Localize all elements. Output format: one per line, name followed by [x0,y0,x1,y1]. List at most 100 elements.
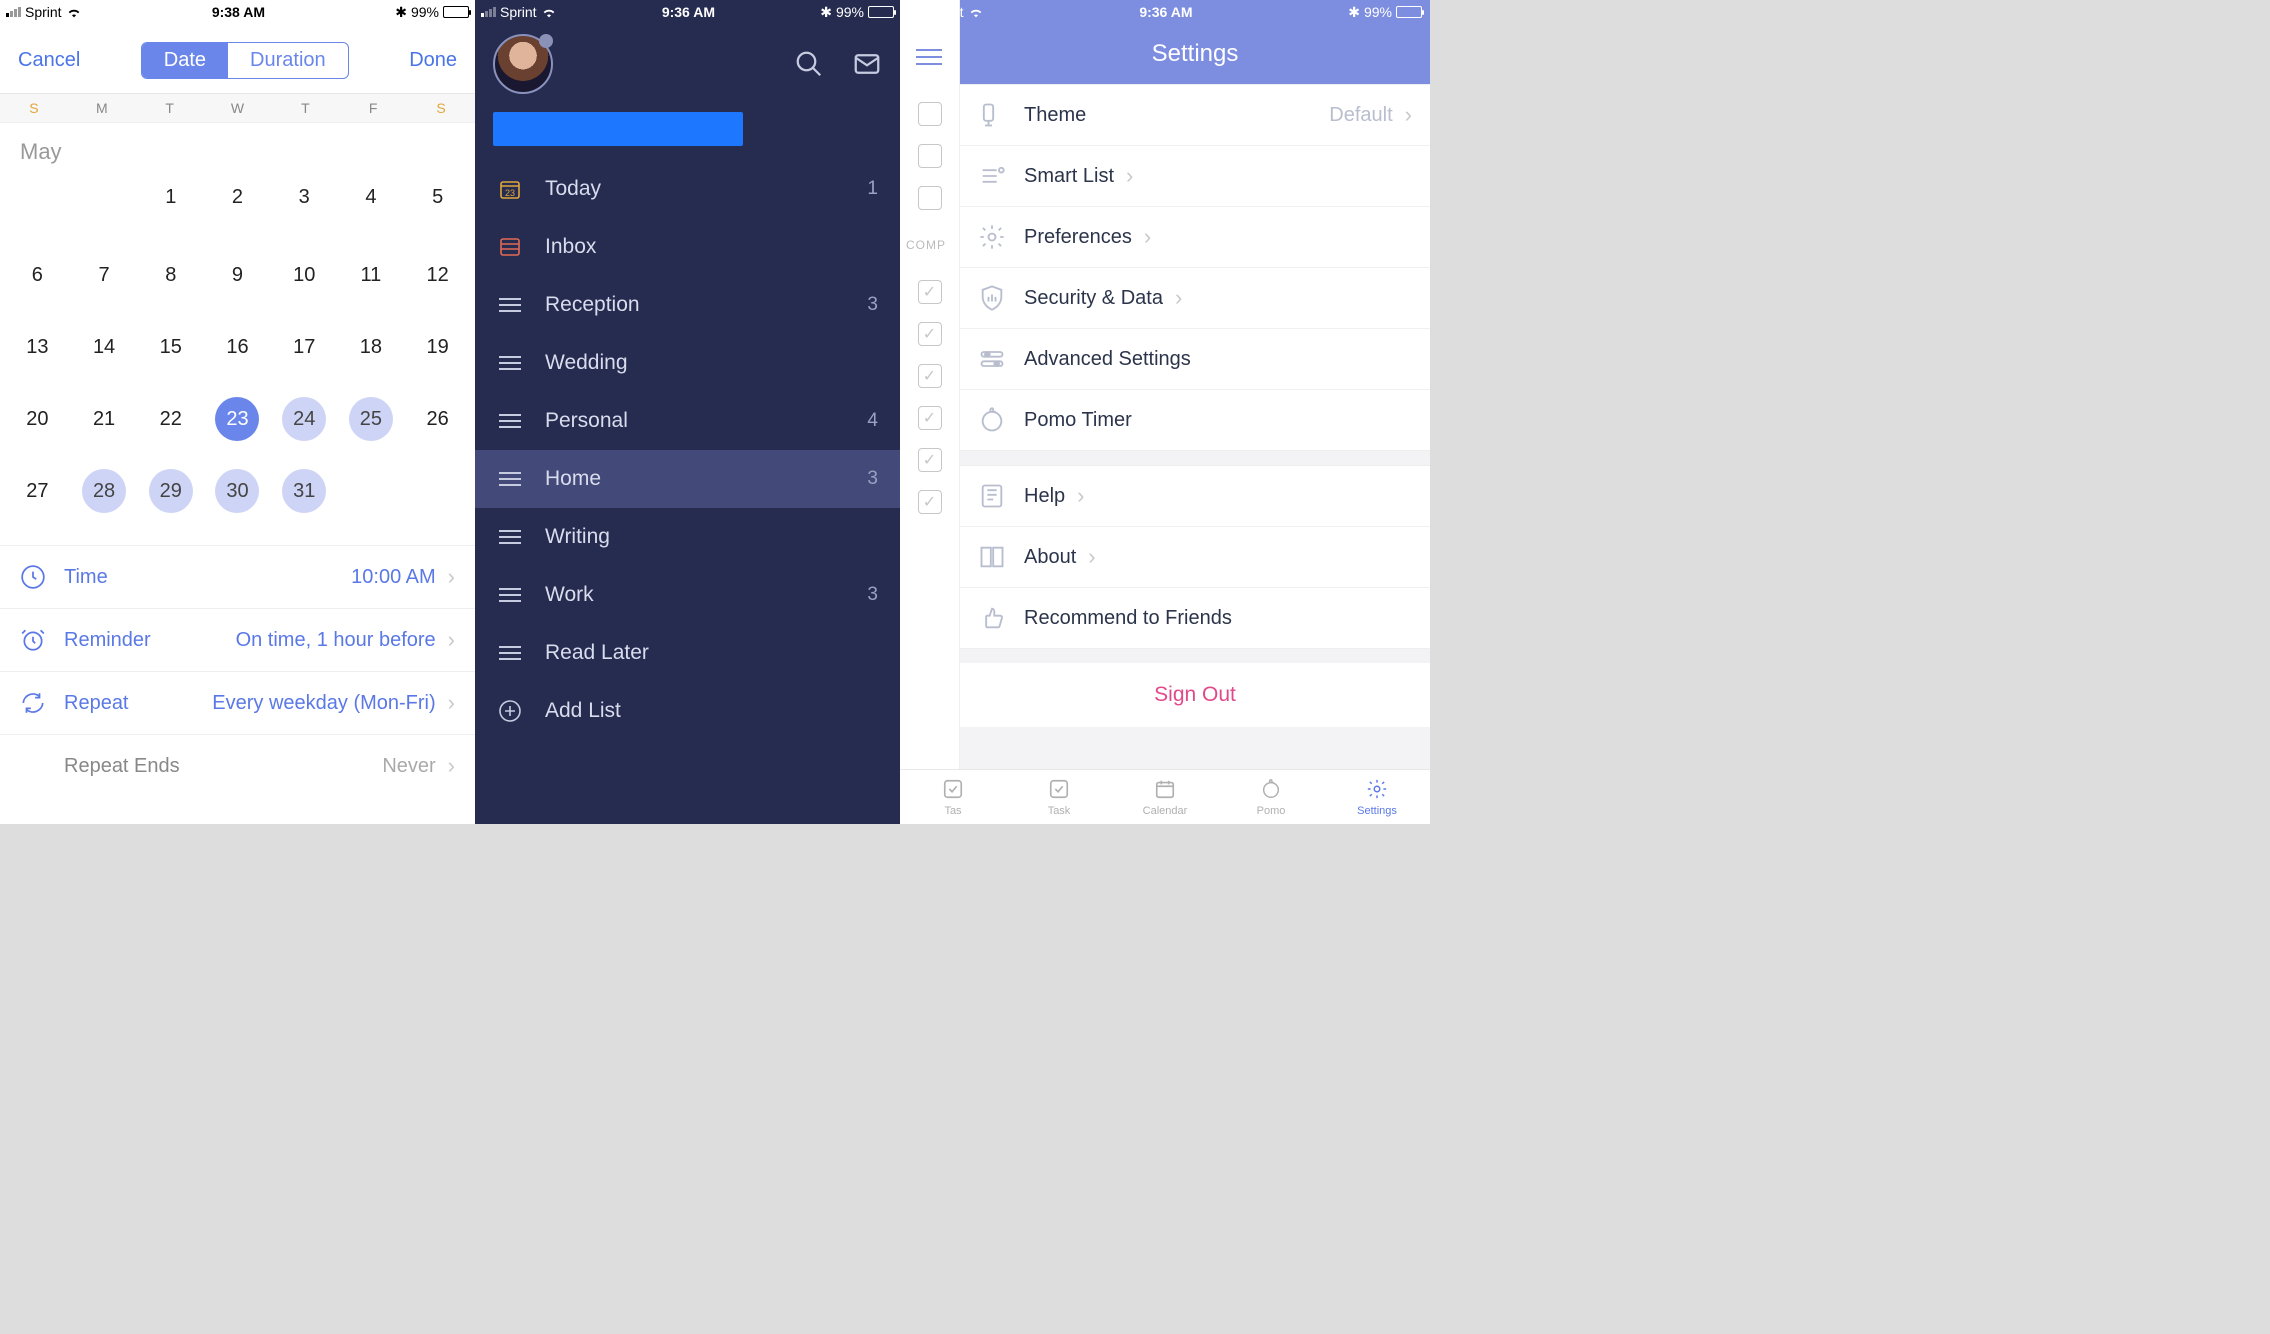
sidebar-item-read-later[interactable]: Read Later [475,624,900,682]
calendar-day[interactable]: 21 [71,397,138,441]
tab-task[interactable]: Task [1006,770,1112,824]
settings-title: Settings [960,24,1430,84]
sidebar-item-writing[interactable]: Writing [475,508,900,566]
checkbox-icon [918,102,942,126]
chevron-right-icon: › [448,564,455,590]
cancel-button[interactable]: Cancel [18,49,80,72]
calendar-day[interactable]: 6 [4,253,71,297]
status-time: 9:36 AM [1139,4,1192,20]
weekday-label: W [204,100,272,116]
wifi-icon [968,6,984,18]
calendar-day[interactable]: 1 [137,175,204,225]
checkbox-done-icon [918,364,942,388]
calendar-day[interactable]: 18 [338,325,405,369]
calendar-day[interactable]: 31 [271,469,338,519]
calendar-day[interactable]: 7 [71,253,138,297]
chevron-right-icon: › [448,753,455,779]
tab-tas[interactable]: Tas [900,770,1006,824]
calendar-day[interactable]: 25 [338,397,405,441]
username-bar[interactable] [493,112,743,146]
sidebar-item-home[interactable]: Home3 [475,450,900,508]
calendar-day[interactable]: 14 [71,325,138,369]
done-button[interactable]: Done [409,49,457,72]
sidebar-item-label: Read Later [545,641,649,665]
reminder-row[interactable]: Reminder On time, 1 hour before › [0,609,475,672]
search-icon[interactable] [794,49,824,79]
mail-icon[interactable] [852,49,882,79]
battery-icon [868,6,894,18]
segment-date[interactable]: Date [142,43,228,78]
calendar-day[interactable]: 27 [4,469,71,519]
signout-button[interactable]: Sign Out [960,663,1430,727]
calendar-day[interactable]: 15 [137,325,204,369]
alarm-icon [20,627,46,653]
sidebar-item-label: Inbox [545,235,596,259]
calendar-day[interactable]: 12 [404,253,471,297]
tab-label: Task [1048,805,1071,817]
calendar-day[interactable]: 9 [204,253,271,297]
calendar-day[interactable]: 22 [137,397,204,441]
settings-row-advanced-settings[interactable]: Advanced Settings [960,329,1430,390]
settings-row-about[interactable]: About› [960,527,1430,588]
calendar-day[interactable]: 13 [4,325,71,369]
calendar-day[interactable]: 8 [137,253,204,297]
calendar-day[interactable]: 11 [338,253,405,297]
checkbox-icon [918,186,942,210]
settings-row-help[interactable]: Help› [960,466,1430,527]
list-icon [497,466,523,492]
shield-icon [978,284,1006,312]
settings-row-recommend-to-friends[interactable]: Recommend to Friends [960,588,1430,648]
list-icon [497,292,523,318]
calendar-day[interactable]: 28 [71,469,138,519]
sidebar-item-label: Personal [545,409,628,433]
calendar-day[interactable]: 19 [404,325,471,369]
repeat-row[interactable]: Repeat Every weekday (Mon-Fri) › [0,672,475,735]
tab-pomo[interactable]: Pomo [1218,770,1324,824]
sidebar-item-today[interactable]: 23Today1 [475,160,900,218]
settings-row-security-data[interactable]: Security & Data› [960,268,1430,329]
sidebar-header [475,24,900,112]
calendar-day[interactable]: 23 [204,397,271,441]
weekday-label: T [271,100,339,116]
calendar-day[interactable]: 4 [338,175,405,225]
sidebar-item-work[interactable]: Work3 [475,566,900,624]
tab-calendar[interactable]: Calendar [1112,770,1218,824]
calendar-day[interactable]: 29 [137,469,204,519]
sidebar-item-wedding[interactable]: Wedding [475,334,900,392]
mode-segmented-control[interactable]: Date Duration [141,42,349,79]
settings-row-pomo-timer[interactable]: Pomo Timer [960,390,1430,450]
calendar-day[interactable]: 3 [271,175,338,225]
tab-label: Calendar [1143,805,1188,817]
tab-settings[interactable]: Settings [1324,770,1430,824]
calendar-day[interactable]: 16 [204,325,271,369]
settings-row-smart-list[interactable]: Smart List› [960,146,1430,207]
signal-icon [908,7,923,17]
calendar-day[interactable]: 10 [271,253,338,297]
avatar[interactable] [493,34,553,94]
calendar-day[interactable]: 24 [271,397,338,441]
calendar-day[interactable]: 2 [204,175,271,225]
settings-row-label: Security & Data [1024,287,1163,310]
sidebar-item-inbox[interactable]: Inbox [475,218,900,276]
calendar-day[interactable]: 17 [271,325,338,369]
calendar-day[interactable]: 26 [404,397,471,441]
calendar-day [338,469,405,519]
sidebar-item-reception[interactable]: Reception3 [475,276,900,334]
settings-row-preferences[interactable]: Preferences› [960,207,1430,268]
wifi-icon [541,6,557,18]
repeat-icon [20,690,46,716]
time-row[interactable]: Time 10:00 AM › [0,546,475,609]
weekday-label: T [136,100,204,116]
hamburger-icon[interactable] [900,30,959,84]
repeat-ends-row[interactable]: Repeat Ends Never › [44,735,475,797]
weekday-header: SMTWTFS [0,94,475,123]
settings-row-theme[interactable]: ThemeDefault› [960,85,1430,146]
sidebar-item-label: Add List [545,699,621,723]
calendar-day[interactable]: 5 [404,175,471,225]
calendar-day[interactable]: 30 [204,469,271,519]
sidebar-item-personal[interactable]: Personal4 [475,392,900,450]
sidebar-item-add-list[interactable]: Add List [475,682,900,740]
sidebar-item-label: Today [545,177,601,201]
segment-duration[interactable]: Duration [228,43,348,78]
calendar-day[interactable]: 20 [4,397,71,441]
